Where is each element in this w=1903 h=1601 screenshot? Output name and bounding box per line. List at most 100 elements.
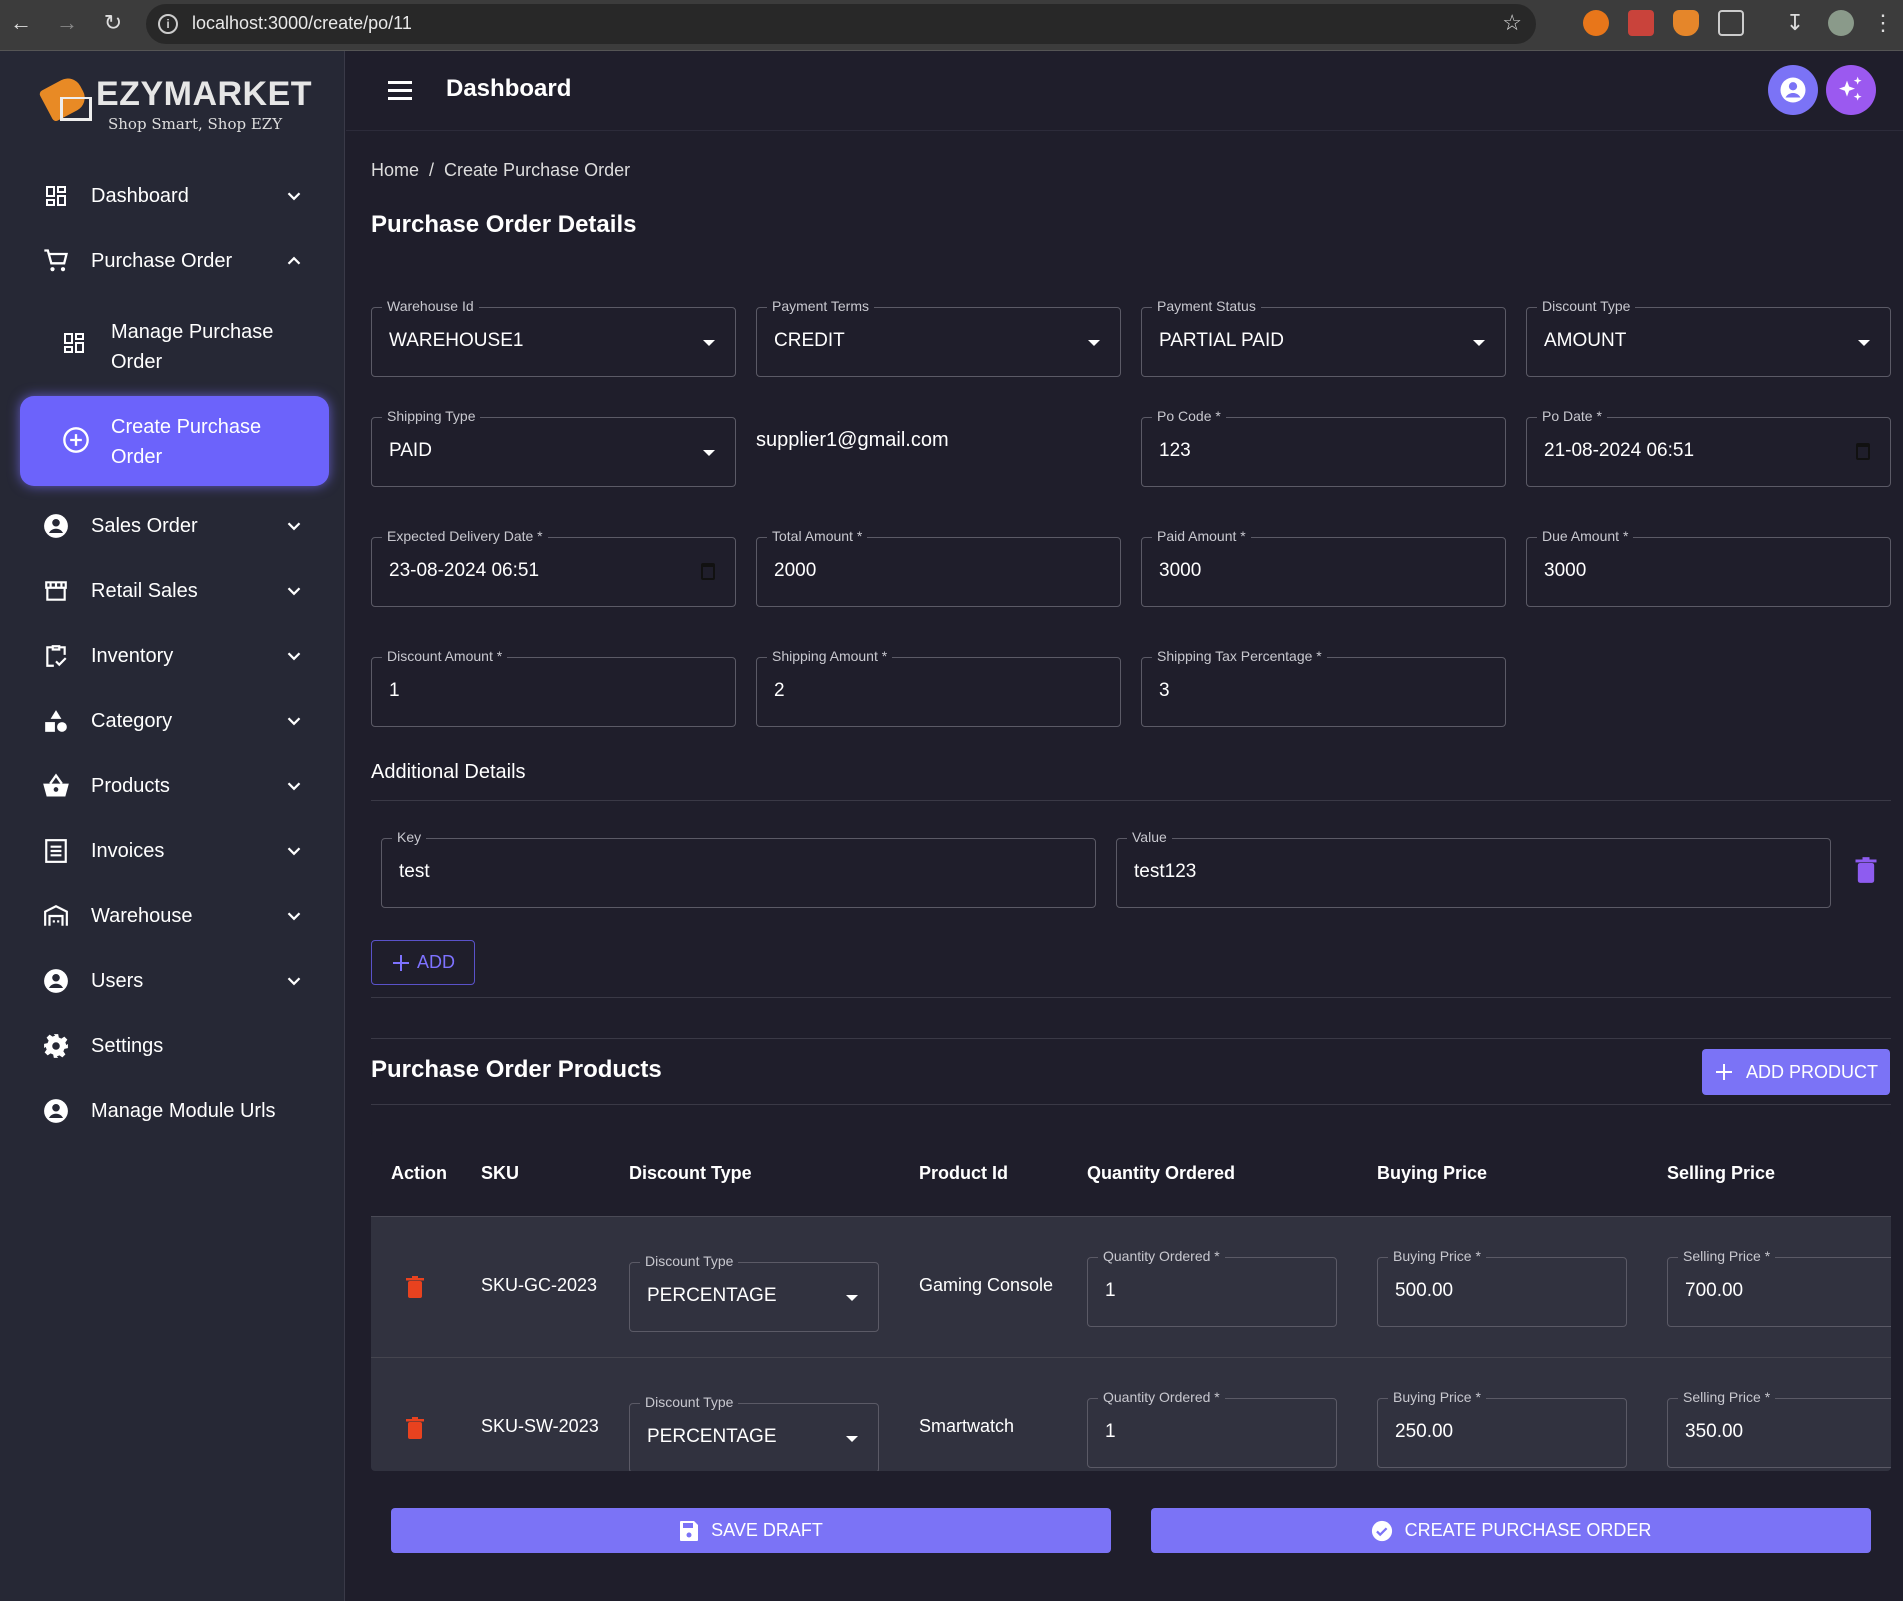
download-icon[interactable]: ↧ xyxy=(1782,10,1808,36)
extension-icon[interactable] xyxy=(1628,10,1654,36)
shipping-tax-percentage-input[interactable]: Shipping Tax Percentage * 3 xyxy=(1141,648,1506,727)
site-info-icon[interactable]: i xyxy=(158,14,178,34)
field-label: Quantity Ordered * xyxy=(1098,1248,1225,1264)
address-bar[interactable]: i localhost:3000/create/po/11 ☆ xyxy=(146,4,1536,44)
sidebar-item-label: Users xyxy=(91,969,144,992)
sidebar-item-warehouse[interactable]: Warehouse xyxy=(0,888,345,944)
field-label: Selling Price * xyxy=(1678,1248,1776,1264)
chevron-up-icon xyxy=(287,256,301,265)
profile-avatar[interactable] xyxy=(1828,10,1854,36)
row-discount-type-select[interactable]: Discount Type PERCENTAGE xyxy=(629,1253,879,1332)
profile-button[interactable] xyxy=(1768,65,1818,115)
payment-terms-select[interactable]: Payment Terms CREDIT xyxy=(756,298,1121,377)
shapes-icon xyxy=(42,707,70,735)
reload-icon[interactable]: ↻ xyxy=(98,10,128,36)
sidebar-item-purchase-order[interactable]: Purchase Order xyxy=(0,233,345,289)
back-icon[interactable]: ← xyxy=(6,10,36,36)
field-value: 1 xyxy=(389,680,400,701)
sidebar-subitem-label: Manage Purchase Order xyxy=(111,321,274,373)
create-purchase-order-button[interactable]: CREATE PURCHASE ORDER xyxy=(1151,1508,1871,1553)
calendar-icon[interactable] xyxy=(1856,443,1870,460)
additional-value-input[interactable]: Value test123 xyxy=(1116,829,1831,908)
paid-amount-input[interactable]: Paid Amount * 3000 xyxy=(1141,528,1506,607)
menu-dots-icon[interactable]: ⋮ xyxy=(1870,10,1896,36)
dashboard-icon xyxy=(62,331,90,359)
cart-icon xyxy=(42,247,70,275)
sidebar-item-users[interactable]: Users xyxy=(0,953,345,1009)
save-draft-button[interactable]: SAVE DRAFT xyxy=(391,1508,1111,1553)
delete-row-icon[interactable] xyxy=(405,1416,425,1440)
sidebar-item-settings[interactable]: Settings xyxy=(0,1018,345,1074)
po-code-input[interactable]: Po Code * 123 xyxy=(1141,408,1506,487)
sidebar-item-sales-order[interactable]: Sales Order xyxy=(0,498,345,554)
discount-type-select[interactable]: Discount Type AMOUNT xyxy=(1526,298,1891,377)
row-discount-type-select[interactable]: Discount Type PERCENTAGE xyxy=(629,1394,879,1471)
url-text[interactable]: localhost:3000/create/po/11 xyxy=(192,13,412,34)
delete-row-icon[interactable] xyxy=(405,1275,425,1299)
warehouse-id-select[interactable]: Warehouse Id WAREHOUSE1 xyxy=(371,298,736,377)
brand-logo[interactable]: EZYMARKET Shop Smart, Shop EZY xyxy=(38,73,312,135)
extension-icon[interactable] xyxy=(1583,10,1609,36)
field-label: Total Amount * xyxy=(767,528,868,544)
column-header: Selling Price xyxy=(1667,1163,1776,1183)
field-label: Discount Type xyxy=(640,1253,739,1269)
dropdown-arrow-icon xyxy=(703,340,715,346)
add-additional-detail-button[interactable]: ADD xyxy=(371,940,475,985)
field-label: Discount Type xyxy=(1537,298,1636,314)
table-header: Action SKU Discount Type Product Id Quan… xyxy=(371,1131,1891,1217)
field-value: test xyxy=(399,861,430,882)
additional-key-input[interactable]: Key test xyxy=(381,829,1096,908)
po-date-input[interactable]: Po Date * 21-08-2024 06:51 xyxy=(1526,408,1891,487)
sidebar-subitem-create-purchase-order[interactable]: Create Purchase Order xyxy=(20,396,329,486)
add-button-label: ADD xyxy=(416,952,455,972)
selling-price-input[interactable]: Selling Price * 700.00 xyxy=(1667,1248,1891,1327)
discount-amount-input[interactable]: Discount Amount * 1 xyxy=(371,648,736,727)
sidebar-item-retail-sales[interactable]: Retail Sales xyxy=(0,563,345,619)
ai-assistant-button[interactable] xyxy=(1826,65,1876,115)
clipboard-check-icon xyxy=(42,642,70,670)
buying-price-input[interactable]: Buying Price * 250.00 xyxy=(1377,1389,1627,1468)
sidebar-item-dashboard[interactable]: Dashboard xyxy=(0,168,345,224)
quantity-ordered-input[interactable]: Quantity Ordered * 1 xyxy=(1087,1248,1337,1327)
sidebar-item-label: Manage Module Urls xyxy=(91,1099,276,1122)
sidebar-item-inventory[interactable]: Inventory xyxy=(0,628,345,684)
field-value: PARTIAL PAID xyxy=(1159,330,1284,351)
sidebar-item-invoices[interactable]: Invoices xyxy=(0,823,345,879)
bookmark-star-icon[interactable]: ☆ xyxy=(1502,10,1522,36)
add-circle-icon xyxy=(62,426,90,454)
brand-slogan: Shop Smart, Shop EZY xyxy=(108,115,283,133)
expected-delivery-date-input[interactable]: Expected Delivery Date * 23-08-2024 06:5… xyxy=(371,528,736,607)
plus-icon xyxy=(392,954,409,971)
breadcrumb-home[interactable]: Home xyxy=(371,160,419,180)
chevron-down-icon xyxy=(287,847,301,856)
field-value: 250.00 xyxy=(1395,1421,1454,1442)
sidebar-subitem-manage-purchase-order[interactable]: Manage Purchase Order xyxy=(20,301,329,391)
sidebar-item-category[interactable]: Category xyxy=(0,693,345,749)
shipping-type-select[interactable]: Shipping Type PAID xyxy=(371,408,736,487)
add-product-button[interactable]: ADD PRODUCT xyxy=(1702,1049,1890,1095)
quantity-ordered-input[interactable]: Quantity Ordered * 1 xyxy=(1087,1389,1337,1468)
sidebar: EZYMARKET Shop Smart, Shop EZY Dashboard… xyxy=(0,51,345,1601)
products-table: Action SKU Discount Type Product Id Quan… xyxy=(371,1131,1891,1471)
payment-status-select[interactable]: Payment Status PARTIAL PAID xyxy=(1141,298,1506,377)
field-label: Shipping Amount * xyxy=(767,648,893,664)
supplier-email: supplier1@gmail.com xyxy=(756,429,949,451)
total-amount-input[interactable]: Total Amount * 2000 xyxy=(756,528,1121,607)
shipping-amount-input[interactable]: Shipping Amount * 2 xyxy=(756,648,1121,727)
menu-icon[interactable] xyxy=(388,81,412,101)
due-amount-input[interactable]: Due Amount * 3000 xyxy=(1526,528,1891,607)
top-app-bar: Dashboard xyxy=(346,51,1903,131)
selling-price-input[interactable]: Selling Price * 350.00 xyxy=(1667,1389,1891,1468)
metamask-icon[interactable] xyxy=(1673,10,1699,36)
basket-icon xyxy=(42,772,70,800)
sidebar-item-manage-module-urls[interactable]: Manage Module Urls xyxy=(0,1083,345,1139)
dropdown-arrow-icon xyxy=(1088,340,1100,346)
sidebar-item-label: Warehouse xyxy=(91,904,193,927)
extensions-puzzle-icon[interactable] xyxy=(1718,10,1744,36)
delete-icon[interactable] xyxy=(1854,856,1878,884)
column-header: Discount Type xyxy=(629,1163,752,1183)
buying-price-input[interactable]: Buying Price * 500.00 xyxy=(1377,1248,1627,1327)
forward-icon[interactable]: → xyxy=(52,10,82,36)
calendar-icon[interactable] xyxy=(701,563,715,580)
sidebar-item-products[interactable]: Products xyxy=(0,758,345,814)
